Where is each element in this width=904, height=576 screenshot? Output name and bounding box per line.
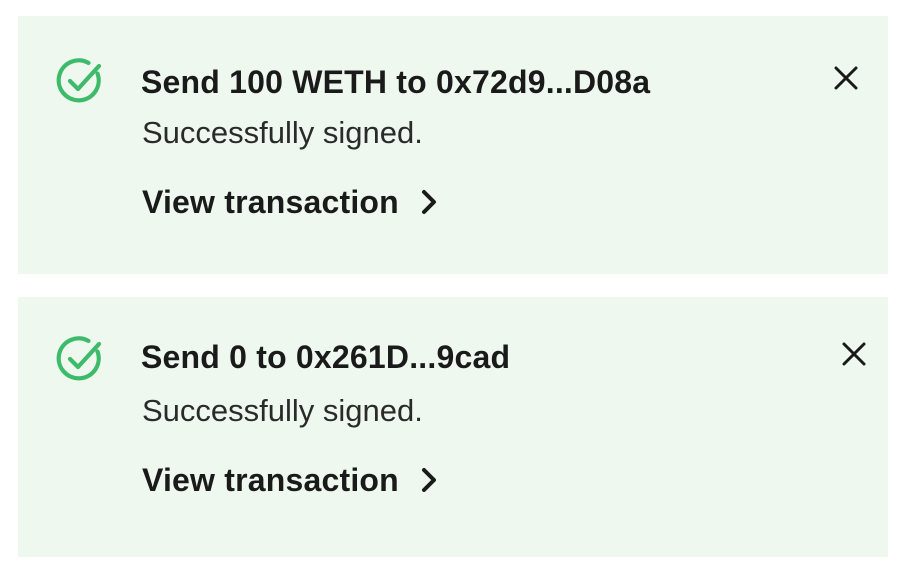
- view-transaction-label: View transaction: [142, 462, 399, 498]
- notification-title: Send 0 to 0x261D...9cad: [141, 339, 511, 375]
- close-button[interactable]: [828, 60, 864, 96]
- view-transaction-label: View transaction: [142, 184, 399, 220]
- notification-toast: Send 0 to 0x261D...9cad Successfully sig…: [18, 297, 888, 557]
- close-icon: [828, 60, 864, 96]
- notification-toast: Send 100 WETH to 0x72d9...D08a Successfu…: [18, 16, 888, 274]
- close-icon: [836, 336, 872, 372]
- chevron-right-icon: [399, 189, 439, 215]
- notification-message: Successfully signed.: [142, 115, 423, 150]
- view-transaction-link[interactable]: View transaction: [142, 182, 439, 222]
- check-circle-icon: [55, 334, 105, 384]
- close-button[interactable]: [836, 336, 872, 372]
- chevron-right-icon: [399, 467, 439, 493]
- view-transaction-link[interactable]: View transaction: [142, 460, 439, 500]
- notification-message: Successfully signed.: [142, 393, 423, 428]
- check-circle-icon: [55, 56, 105, 106]
- notification-title: Send 100 WETH to 0x72d9...D08a: [141, 64, 651, 100]
